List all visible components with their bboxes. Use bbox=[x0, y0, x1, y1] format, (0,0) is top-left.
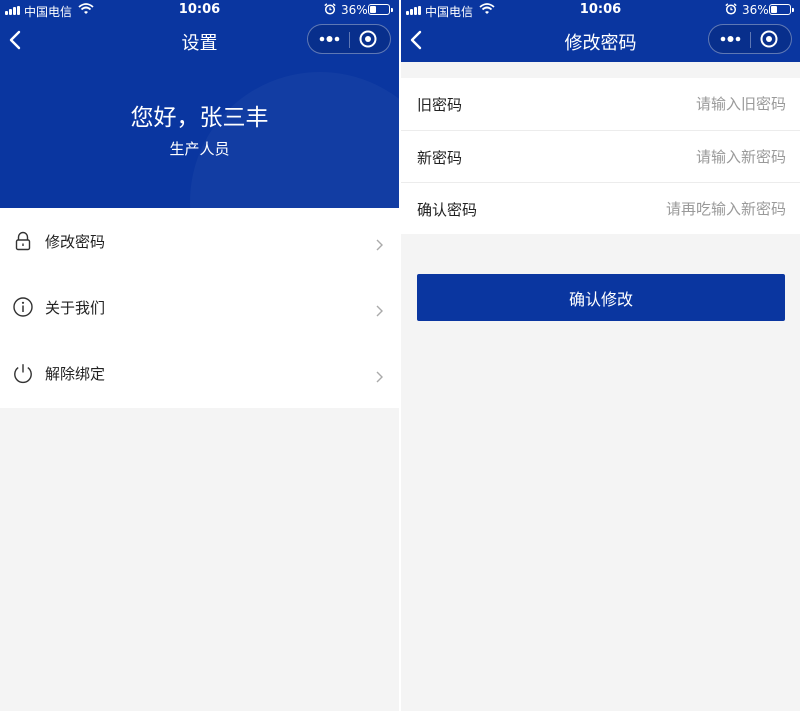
clock: 10:06 bbox=[579, 2, 622, 17]
chevron-right-icon bbox=[376, 305, 383, 317]
top-bar: 中国电信 10:06 36% 修改密码 bbox=[401, 0, 800, 62]
menu-item-about-us[interactable]: 关于我们 bbox=[0, 274, 399, 340]
menu-item-label: 关于我们 bbox=[45, 299, 106, 317]
status-bar: 中国电信 10:06 36% bbox=[0, 0, 399, 20]
settings-menu: 修改密码 关于我们 解除绑定 bbox=[0, 208, 399, 408]
battery-level bbox=[771, 6, 778, 13]
confirm-change-button[interactable]: 确认修改 bbox=[417, 274, 785, 321]
clock: 10:06 bbox=[178, 2, 221, 17]
confirm-password-label: 确认密码 bbox=[417, 201, 478, 219]
battery-percent: 36% bbox=[742, 3, 769, 17]
chevron-right-icon bbox=[376, 239, 383, 251]
confirm-password-row: 确认密码 bbox=[401, 182, 800, 234]
top-bar: 中国电信 10:06 36% 设置 bbox=[0, 0, 399, 62]
settings-screen: 中国电信 10:06 36% 设置 您好，张三丰 生产人员 修改密码 关于我们 … bbox=[0, 0, 399, 711]
confirm-password-input[interactable] bbox=[586, 193, 786, 225]
menu-item-change-password[interactable]: 修改密码 bbox=[0, 208, 399, 274]
old-password-label: 旧密码 bbox=[417, 96, 463, 114]
new-password-input[interactable] bbox=[586, 141, 786, 173]
old-password-input[interactable] bbox=[586, 88, 786, 120]
password-form: 旧密码 新密码 确认密码 bbox=[401, 78, 800, 234]
miniprogram-capsule bbox=[307, 24, 391, 54]
profile-header: 您好，张三丰 生产人员 bbox=[0, 62, 399, 208]
info-icon bbox=[13, 297, 33, 317]
alarm-icon bbox=[725, 3, 737, 15]
new-password-label: 新密码 bbox=[417, 149, 463, 167]
menu-item-label: 解除绑定 bbox=[45, 365, 106, 383]
close-target-icon[interactable] bbox=[356, 28, 380, 50]
more-icon[interactable] bbox=[312, 25, 348, 53]
menu-item-label: 修改密码 bbox=[45, 233, 106, 251]
miniprogram-capsule bbox=[708, 24, 792, 54]
chevron-right-icon bbox=[376, 371, 383, 383]
more-icon[interactable] bbox=[713, 25, 749, 53]
battery-icon bbox=[769, 4, 794, 15]
old-password-row: 旧密码 bbox=[401, 78, 800, 130]
alarm-icon bbox=[324, 3, 336, 15]
close-target-icon[interactable] bbox=[757, 28, 781, 50]
power-icon bbox=[14, 364, 32, 384]
user-role: 生产人员 bbox=[169, 140, 230, 158]
new-password-row: 新密码 bbox=[401, 130, 800, 182]
greeting-text: 您好，张三丰 bbox=[130, 105, 269, 131]
battery-level bbox=[370, 6, 377, 13]
status-bar: 中国电信 10:06 36% bbox=[401, 0, 800, 20]
battery-percent: 36% bbox=[341, 3, 368, 17]
lock-icon bbox=[15, 231, 31, 251]
change-password-screen: 中国电信 10:06 36% 修改密码 旧密码 新密码 确认密码 确认修改 bbox=[401, 0, 800, 711]
menu-item-unbind[interactable]: 解除绑定 bbox=[0, 340, 399, 406]
battery-icon bbox=[368, 4, 393, 15]
